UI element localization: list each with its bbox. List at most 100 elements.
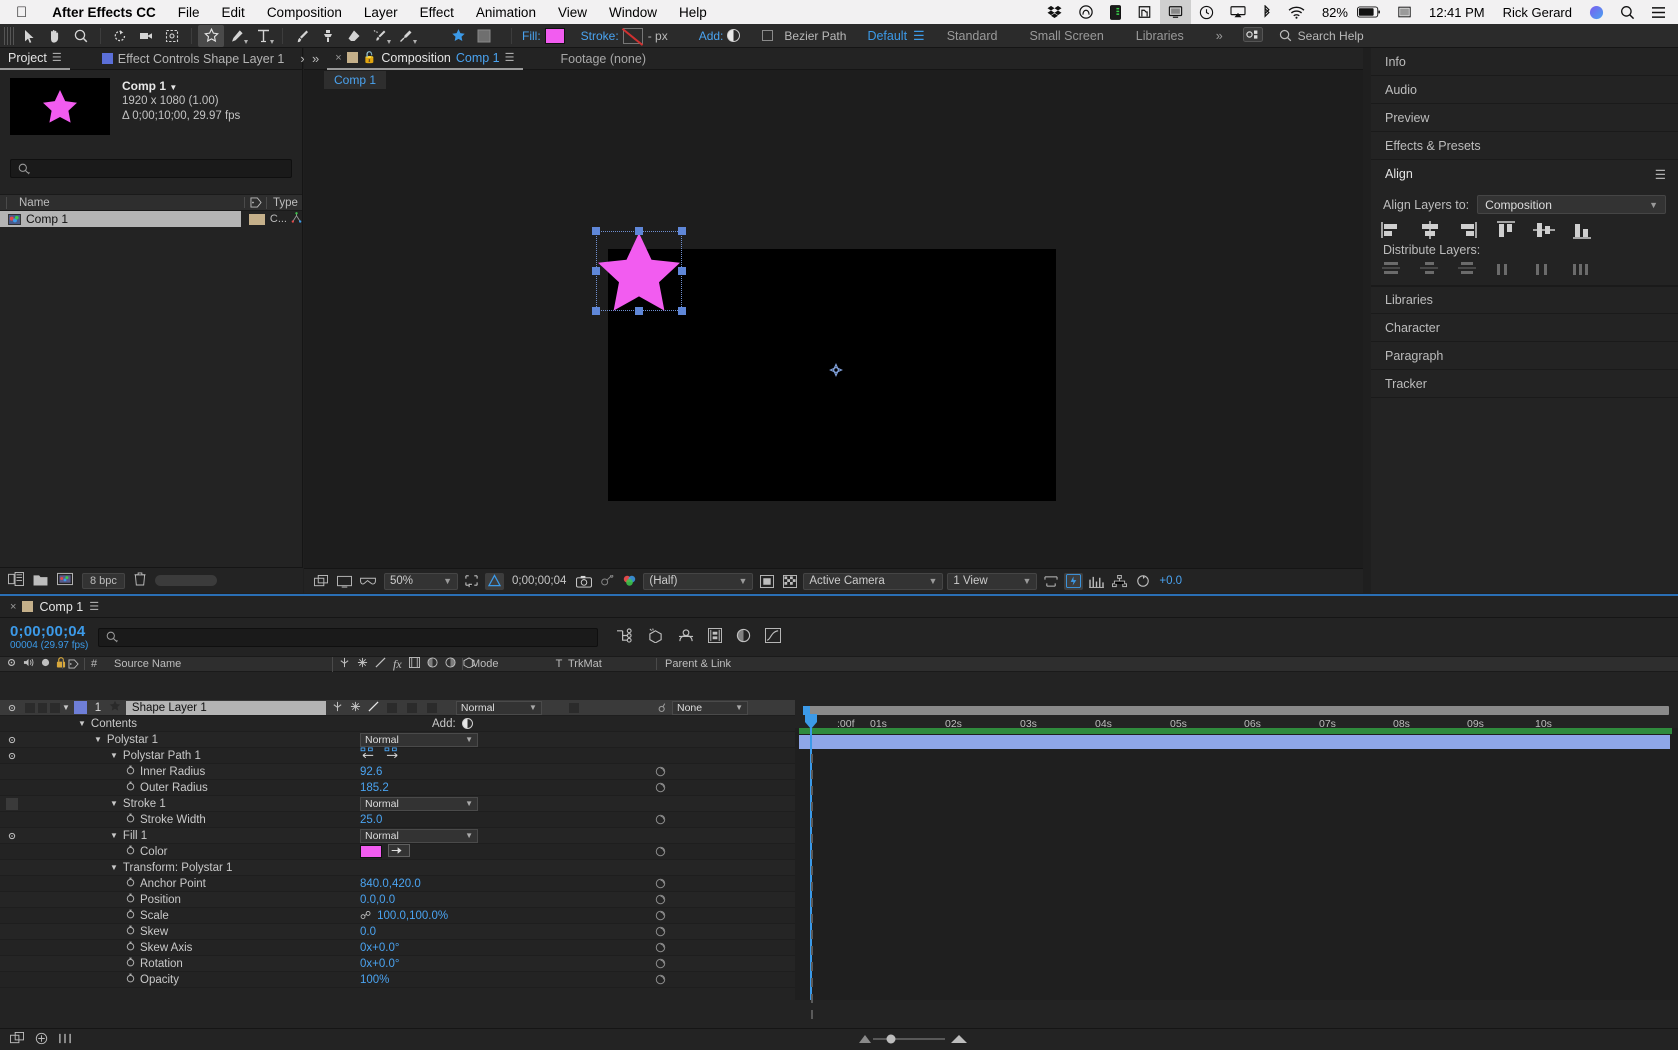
- battery-icon[interactable]: [1356, 6, 1389, 18]
- workspace-settings-icon[interactable]: [1242, 26, 1263, 45]
- stroke-width-value[interactable]: - px: [643, 29, 673, 43]
- selection-handle-tl[interactable]: [592, 227, 600, 235]
- property-name-cell[interactable]: Anchor Point: [24, 877, 360, 890]
- layer-solo-toggle[interactable]: [36, 701, 49, 714]
- property-value-cell[interactable]: ☍ 100.0,100.0%: [360, 909, 600, 923]
- property-name-cell[interactable]: ▼ Fill 1: [24, 830, 360, 842]
- timeline-current-time[interactable]: 0;00;00;04 00004 (29.97 fps): [0, 623, 98, 651]
- property-value[interactable]: 840.0,420.0: [360, 878, 421, 890]
- star-shape-icon[interactable]: [445, 25, 471, 47]
- layer-trkmat-cell[interactable]: [562, 701, 650, 714]
- mask-icon[interactable]: [471, 25, 497, 47]
- workspace-standard[interactable]: Standard: [931, 29, 1014, 43]
- battery-percent[interactable]: 82%: [1313, 5, 1357, 20]
- distribute-horizontal-center-icon[interactable]: [1533, 261, 1555, 277]
- property-stopwatch-icon[interactable]: [126, 765, 135, 778]
- align-panel-menu-icon[interactable]: ☰: [1655, 167, 1666, 182]
- property-value-cell[interactable]: 0x+0.0°: [360, 958, 600, 970]
- property-name-cell[interactable]: Outer Radius: [24, 781, 360, 794]
- toggle-transparency-grid-icon[interactable]: [485, 572, 504, 590]
- align-right-icon[interactable]: [1457, 221, 1479, 239]
- property-value-cell[interactable]: 100%: [360, 974, 600, 986]
- property-name-cell[interactable]: ▼ Polystar Path 1: [24, 750, 360, 762]
- take-snapshot-icon[interactable]: [574, 573, 593, 590]
- new-folder-icon[interactable]: [33, 573, 48, 589]
- composition-viewer[interactable]: [304, 90, 1363, 568]
- type-tool[interactable]: [250, 25, 276, 47]
- distribute-top-icon[interactable]: [1381, 261, 1403, 277]
- menu-item-view[interactable]: View: [547, 5, 598, 20]
- property-name-cell[interactable]: Position: [24, 893, 360, 906]
- property-value-cell[interactable]: 185.2: [360, 782, 600, 794]
- property-value-cell[interactable]: Normal ▼: [360, 828, 600, 843]
- property-color-swatch[interactable]: [360, 845, 382, 858]
- brush-tool[interactable]: [289, 25, 315, 47]
- bezier-checkbox-box[interactable]: [762, 30, 774, 41]
- timeline-tab-label[interactable]: Comp 1: [39, 600, 83, 614]
- wifi-icon[interactable]: [1280, 6, 1313, 19]
- property-stopwatch-icon[interactable]: [126, 941, 135, 954]
- panel-info[interactable]: Info: [1371, 48, 1678, 76]
- property-stopwatch-icon[interactable]: [126, 893, 135, 906]
- close-icon[interactable]: ×: [335, 52, 341, 64]
- selection-handle-br[interactable]: [678, 307, 686, 315]
- workspace-small-screen[interactable]: Small Screen: [1013, 29, 1119, 43]
- property-value[interactable]: 100%: [360, 974, 389, 986]
- distribute-bottom-icon[interactable]: [1457, 261, 1479, 277]
- input-source-icon[interactable]: [1389, 5, 1420, 19]
- pixel-aspect-correction-icon[interactable]: [1041, 573, 1060, 590]
- breadcrumb-comp-1[interactable]: Comp 1: [324, 71, 387, 89]
- property-stopwatch-icon[interactable]: [126, 877, 135, 890]
- user-name[interactable]: Rick Gerard: [1494, 5, 1581, 20]
- search-icon[interactable]: [1612, 5, 1643, 20]
- search-help-box[interactable]: Search Help: [1273, 29, 1374, 43]
- bit-depth-button[interactable]: 8 bpc: [82, 572, 125, 589]
- hide-shy-layers-icon[interactable]: [678, 628, 694, 646]
- collapse-toggle-icon[interactable]: [350, 701, 361, 715]
- property-stopwatch-icon[interactable]: [126, 973, 135, 986]
- workspace-menu-icon[interactable]: ☰: [913, 28, 925, 44]
- dropbox-icon[interactable]: [1039, 5, 1070, 19]
- eyedropper-icon[interactable]: [388, 843, 410, 860]
- views-dropdown[interactable]: 1 View ▼: [947, 572, 1038, 590]
- layer-parent-cell[interactable]: ☌ None ▼: [650, 700, 768, 715]
- distribute-vertical-center-icon[interactable]: [1419, 261, 1441, 277]
- comp-panel-menu-icon[interactable]: ☰: [505, 51, 515, 64]
- menu-item-edit[interactable]: Edit: [211, 5, 256, 20]
- property-value-cell[interactable]: Normal ▼: [360, 796, 600, 811]
- camera-tool[interactable]: [133, 25, 159, 47]
- new-comp-icon[interactable]: [57, 572, 73, 589]
- property-twirl-icon[interactable]: ▼: [94, 735, 102, 744]
- property-value[interactable]: 25.0: [360, 814, 382, 826]
- clone-stamp-tool[interactable]: [315, 25, 341, 47]
- roto-brush-tool[interactable]: [367, 25, 393, 47]
- keyframe-navigator[interactable]: [600, 894, 720, 905]
- property-value[interactable]: 0.0,0.0: [360, 894, 395, 906]
- anchor-point-marker[interactable]: [829, 363, 843, 380]
- evernote-icon[interactable]: [1129, 5, 1160, 19]
- panel-audio[interactable]: Audio: [1371, 76, 1678, 104]
- show-snapshot-icon[interactable]: [597, 573, 616, 590]
- add-shape-icon[interactable]: [461, 718, 473, 729]
- property-value-cell[interactable]: 25.0: [360, 814, 600, 826]
- menu-item-window[interactable]: Window: [598, 5, 668, 20]
- panel-libraries[interactable]: Libraries: [1371, 286, 1678, 314]
- camera-dropdown[interactable]: Active Camera ▼: [803, 572, 944, 590]
- panel-effects-presets[interactable]: Effects & Presets: [1371, 132, 1678, 160]
- column-number[interactable]: #: [84, 658, 106, 670]
- panel-character[interactable]: Character: [1371, 314, 1678, 342]
- quality-toggle-icon[interactable]: [368, 700, 379, 715]
- timeline-graph[interactable]: [795, 714, 1678, 1019]
- menu-item-file[interactable]: File: [167, 5, 211, 20]
- property-value[interactable]: 92.6: [360, 766, 382, 778]
- composition-mini-flowchart-icon[interactable]: [616, 628, 633, 646]
- property-mode-dropdown[interactable]: Normal ▼: [360, 828, 478, 843]
- motion-blur-layer-icon[interactable]: [427, 657, 438, 671]
- layer-mode-dropdown[interactable]: Normal ▼: [455, 700, 544, 715]
- timeline-icon[interactable]: [1087, 573, 1106, 590]
- timeline-search-input[interactable]: [98, 627, 599, 647]
- effects-icon[interactable]: fx: [393, 657, 402, 672]
- project-row-label-color[interactable]: [249, 213, 265, 225]
- property-value[interactable]: 100.0,100.0%: [377, 910, 448, 922]
- display-icon[interactable]: [1159, 0, 1191, 24]
